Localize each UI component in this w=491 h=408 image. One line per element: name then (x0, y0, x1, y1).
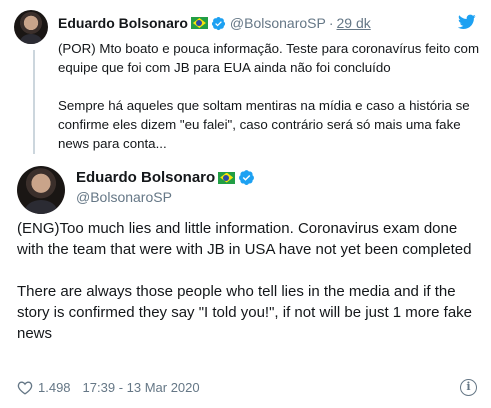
main-tweet: Eduardo Bolsonaro @BolsonaroSP (ENG)Too … (0, 158, 491, 408)
author-avatar[interactable] (17, 166, 65, 214)
verified-badge-icon (239, 170, 255, 185)
tweet-paragraph: There are always those people who tell l… (17, 283, 473, 342)
twitter-bird-icon[interactable] (458, 14, 476, 30)
author-handle[interactable]: @BolsonaroSP (76, 189, 172, 205)
parent-tweet-time[interactable]: 29 dk (337, 15, 371, 31)
parent-tweet-text: (POR) Mto boato e pouca informação. Test… (58, 39, 483, 153)
tweet-timestamp[interactable]: 17:39 - 13 Mar 2020 (83, 380, 200, 395)
info-icon[interactable]: i (460, 379, 477, 396)
brazil-flag-icon (190, 17, 208, 29)
parent-tweet[interactable]: Eduardo Bolsonaro @BolsonaroSP · 29 dk (… (0, 0, 491, 158)
tweet-footer: 1.498 17:39 - 13 Mar 2020 (17, 380, 200, 395)
author-name[interactable]: Eduardo Bolsonaro (76, 169, 215, 186)
parent-paragraph: Sempre há aqueles que soltam mentiras na… (58, 98, 470, 151)
parent-author-name[interactable]: Eduardo Bolsonaro (58, 15, 188, 31)
tweet-text: (ENG)Too much lies and little informatio… (17, 218, 479, 365)
thread-connector-line (33, 50, 35, 154)
header-separator: · (328, 15, 334, 31)
tweet-paragraph: (ENG)Too much lies and little informatio… (17, 220, 472, 258)
parent-paragraph: (POR) Mto boato e pouca informação. Test… (58, 41, 480, 75)
parent-author-handle[interactable]: @BolsonaroSP (230, 15, 326, 31)
heart-icon[interactable] (17, 380, 33, 395)
parent-author-avatar[interactable] (14, 10, 48, 44)
like-count[interactable]: 1.498 (38, 380, 71, 395)
brazil-flag-icon (218, 171, 236, 184)
author-name-row: Eduardo Bolsonaro (76, 169, 255, 186)
parent-tweet-header: Eduardo Bolsonaro @BolsonaroSP · 29 dk (58, 14, 371, 32)
verified-badge-icon (211, 16, 225, 30)
